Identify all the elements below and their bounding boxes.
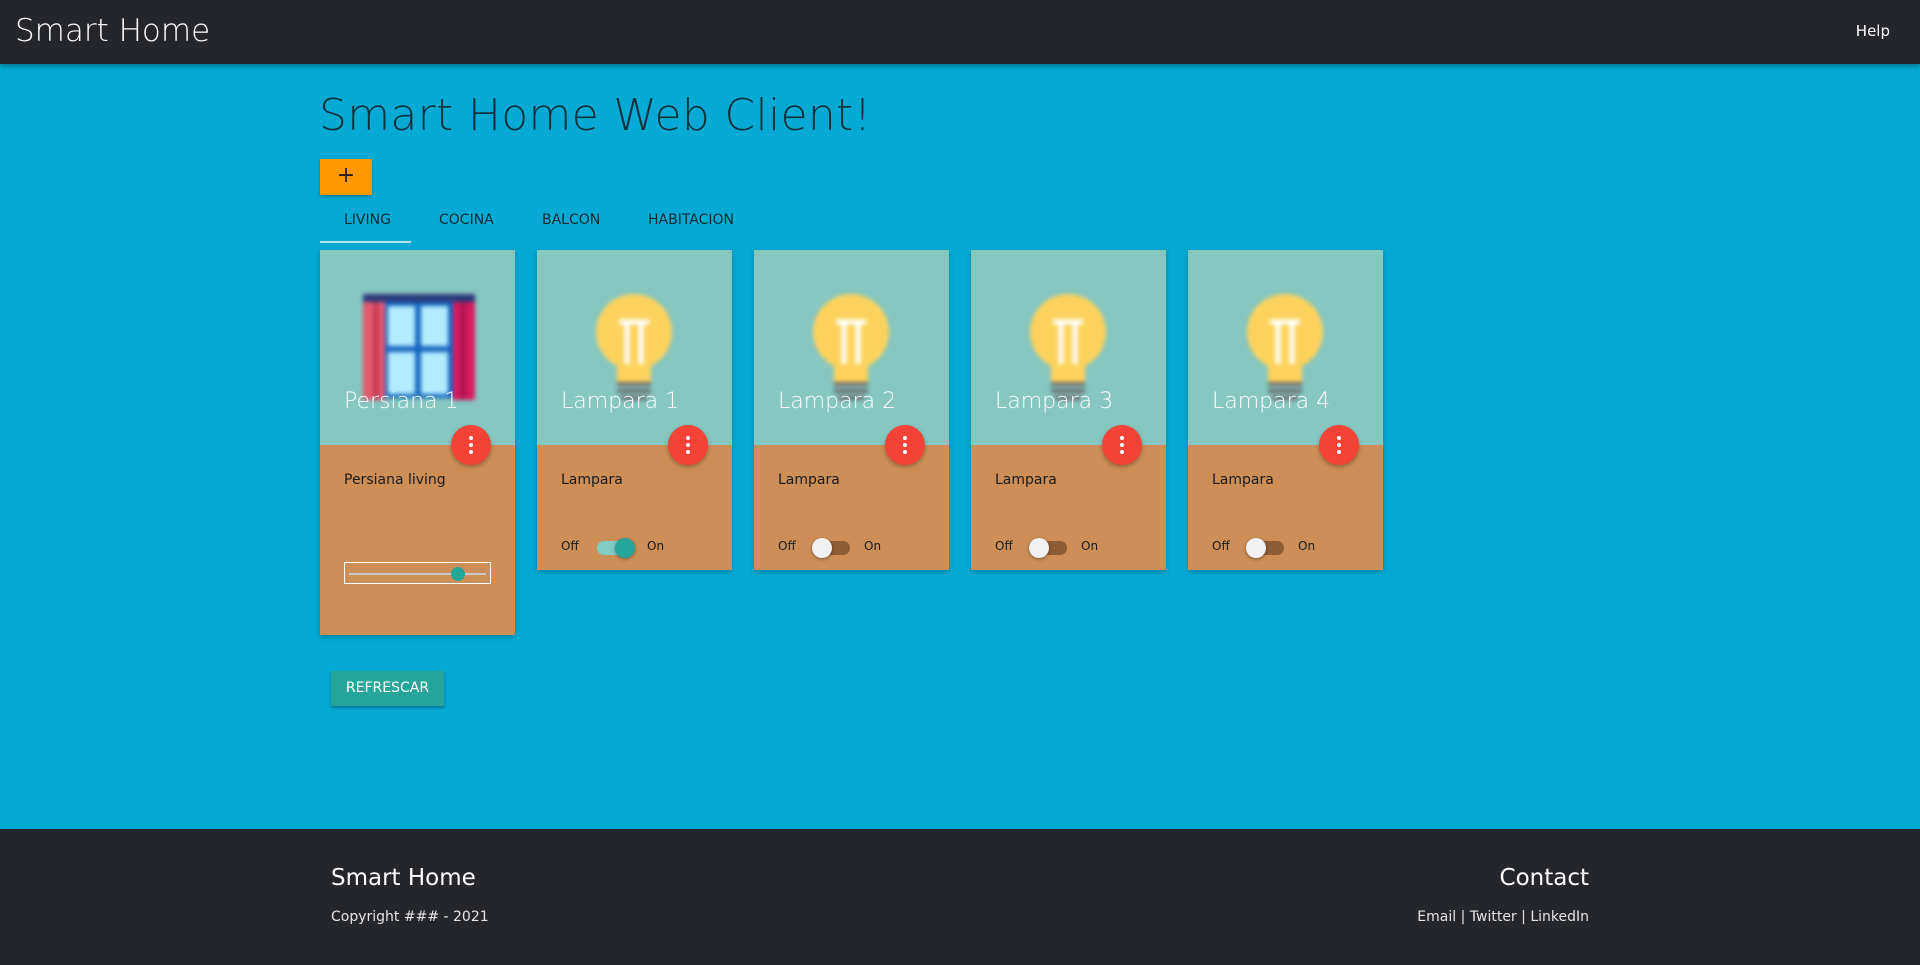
lightbulb-icon bbox=[1030, 294, 1106, 400]
footer-copyright: Copyright ### - 2021 bbox=[331, 909, 489, 925]
more-vert-icon-dot bbox=[1120, 443, 1124, 447]
lightbulb-icon bbox=[596, 294, 672, 400]
device-options-button[interactable] bbox=[1319, 425, 1359, 465]
card-image-area: Lampara 2 bbox=[754, 250, 949, 445]
card-image-area: Persiana 1 bbox=[320, 250, 515, 445]
card-image-area: Lampara 3 bbox=[971, 250, 1166, 445]
more-vert-icon-dot bbox=[686, 443, 690, 447]
more-vert-icon bbox=[686, 436, 690, 440]
switch-on-label: On bbox=[864, 539, 882, 553]
help-link[interactable]: Help bbox=[1856, 22, 1890, 40]
more-vert-icon-dot bbox=[1337, 450, 1341, 454]
window-blinds-icon bbox=[363, 294, 475, 400]
footer-contact-links: Email | Twitter | LinkedIn bbox=[1417, 909, 1589, 925]
lightbulb-icon bbox=[813, 294, 889, 400]
slider-thumb[interactable] bbox=[451, 567, 466, 581]
tab-cocina[interactable]: COCINA bbox=[439, 212, 494, 228]
footer-contact-title: Contact bbox=[1499, 865, 1589, 891]
device-description: Lampara bbox=[778, 472, 840, 488]
device-card-lampara-2: Lampara 2 Lampara Off On bbox=[754, 250, 949, 570]
more-vert-icon-dot bbox=[903, 450, 907, 454]
device-description: Persiana living bbox=[344, 472, 446, 488]
power-switch[interactable] bbox=[1246, 538, 1284, 558]
slider-track bbox=[349, 573, 486, 575]
switch-thumb bbox=[812, 538, 832, 558]
links-separator: | bbox=[1456, 909, 1470, 925]
more-vert-icon bbox=[1337, 436, 1341, 440]
switch-thumb bbox=[1029, 538, 1049, 558]
page-title: Smart Home Web Client! bbox=[319, 90, 872, 141]
device-name: Lampara 2 bbox=[778, 389, 897, 414]
blind-level-slider[interactable] bbox=[344, 562, 491, 584]
device-options-button[interactable] bbox=[451, 425, 491, 465]
switch-on-label: On bbox=[1081, 539, 1099, 553]
email-link[interactable]: Email bbox=[1417, 909, 1456, 925]
switch-thumb bbox=[615, 538, 635, 558]
device-card-persiana-1: Persiana 1 Persiana living bbox=[320, 250, 515, 635]
switch-on-label: On bbox=[647, 539, 665, 553]
navbar: Smart Home Help bbox=[0, 0, 1920, 64]
brand-title[interactable]: Smart Home bbox=[15, 13, 210, 49]
device-name: Lampara 4 bbox=[1212, 389, 1331, 414]
device-card-lampara-4: Lampara 4 Lampara Off On bbox=[1188, 250, 1383, 570]
device-options-button[interactable] bbox=[1102, 425, 1142, 465]
power-switch[interactable] bbox=[812, 538, 850, 558]
tab-habitacion[interactable]: HABITACION bbox=[648, 212, 734, 228]
more-vert-icon bbox=[1120, 436, 1124, 440]
switch-off-label: Off bbox=[995, 539, 1013, 553]
footer: Smart Home Copyright ### - 2021 Contact … bbox=[0, 829, 1920, 965]
more-vert-icon-dot bbox=[686, 450, 690, 454]
power-switch[interactable] bbox=[597, 538, 635, 558]
more-vert-icon bbox=[469, 436, 473, 440]
more-vert-icon-dot bbox=[469, 450, 473, 454]
footer-brand: Smart Home bbox=[331, 865, 476, 891]
power-switch[interactable] bbox=[1029, 538, 1067, 558]
card-image-area: Lampara 4 bbox=[1188, 250, 1383, 445]
power-switch-row: Off On bbox=[561, 536, 711, 558]
twitter-link[interactable]: Twitter bbox=[1470, 909, 1517, 925]
tab-balcon[interactable]: BALCON bbox=[542, 212, 600, 228]
active-tab-indicator bbox=[320, 241, 411, 243]
device-name: Lampara 1 bbox=[561, 389, 680, 414]
lightbulb-icon bbox=[1247, 294, 1323, 400]
switch-on-label: On bbox=[1298, 539, 1316, 553]
card-image-area: Lampara 1 bbox=[537, 250, 732, 445]
more-vert-icon bbox=[903, 436, 907, 440]
device-options-button[interactable] bbox=[668, 425, 708, 465]
more-vert-icon-dot bbox=[1120, 450, 1124, 454]
power-switch-row: Off On bbox=[778, 536, 928, 558]
device-description: Lampara bbox=[1212, 472, 1274, 488]
device-card-lampara-3: Lampara 3 Lampara Off On bbox=[971, 250, 1166, 570]
device-name: Lampara 3 bbox=[995, 389, 1114, 414]
switch-off-label: Off bbox=[561, 539, 579, 553]
add-device-button[interactable]: + bbox=[320, 159, 372, 195]
links-separator: | bbox=[1516, 909, 1531, 925]
device-name: Persiana 1 bbox=[344, 389, 459, 414]
power-switch-row: Off On bbox=[1212, 536, 1362, 558]
more-vert-icon-dot bbox=[469, 443, 473, 447]
switch-thumb bbox=[1246, 538, 1266, 558]
device-description: Lampara bbox=[995, 472, 1057, 488]
tab-living[interactable]: LIVING bbox=[344, 212, 391, 228]
more-vert-icon-dot bbox=[903, 443, 907, 447]
linkedin-link[interactable]: LinkedIn bbox=[1530, 909, 1589, 925]
switch-off-label: Off bbox=[778, 539, 796, 553]
switch-off-label: Off bbox=[1212, 539, 1230, 553]
device-description: Lampara bbox=[561, 472, 623, 488]
refresh-button[interactable]: REFRESCAR bbox=[331, 671, 444, 706]
more-vert-icon-dot bbox=[1337, 443, 1341, 447]
power-switch-row: Off On bbox=[995, 536, 1145, 558]
device-options-button[interactable] bbox=[885, 425, 925, 465]
device-card-lampara-1: Lampara 1 Lampara Off On bbox=[537, 250, 732, 570]
